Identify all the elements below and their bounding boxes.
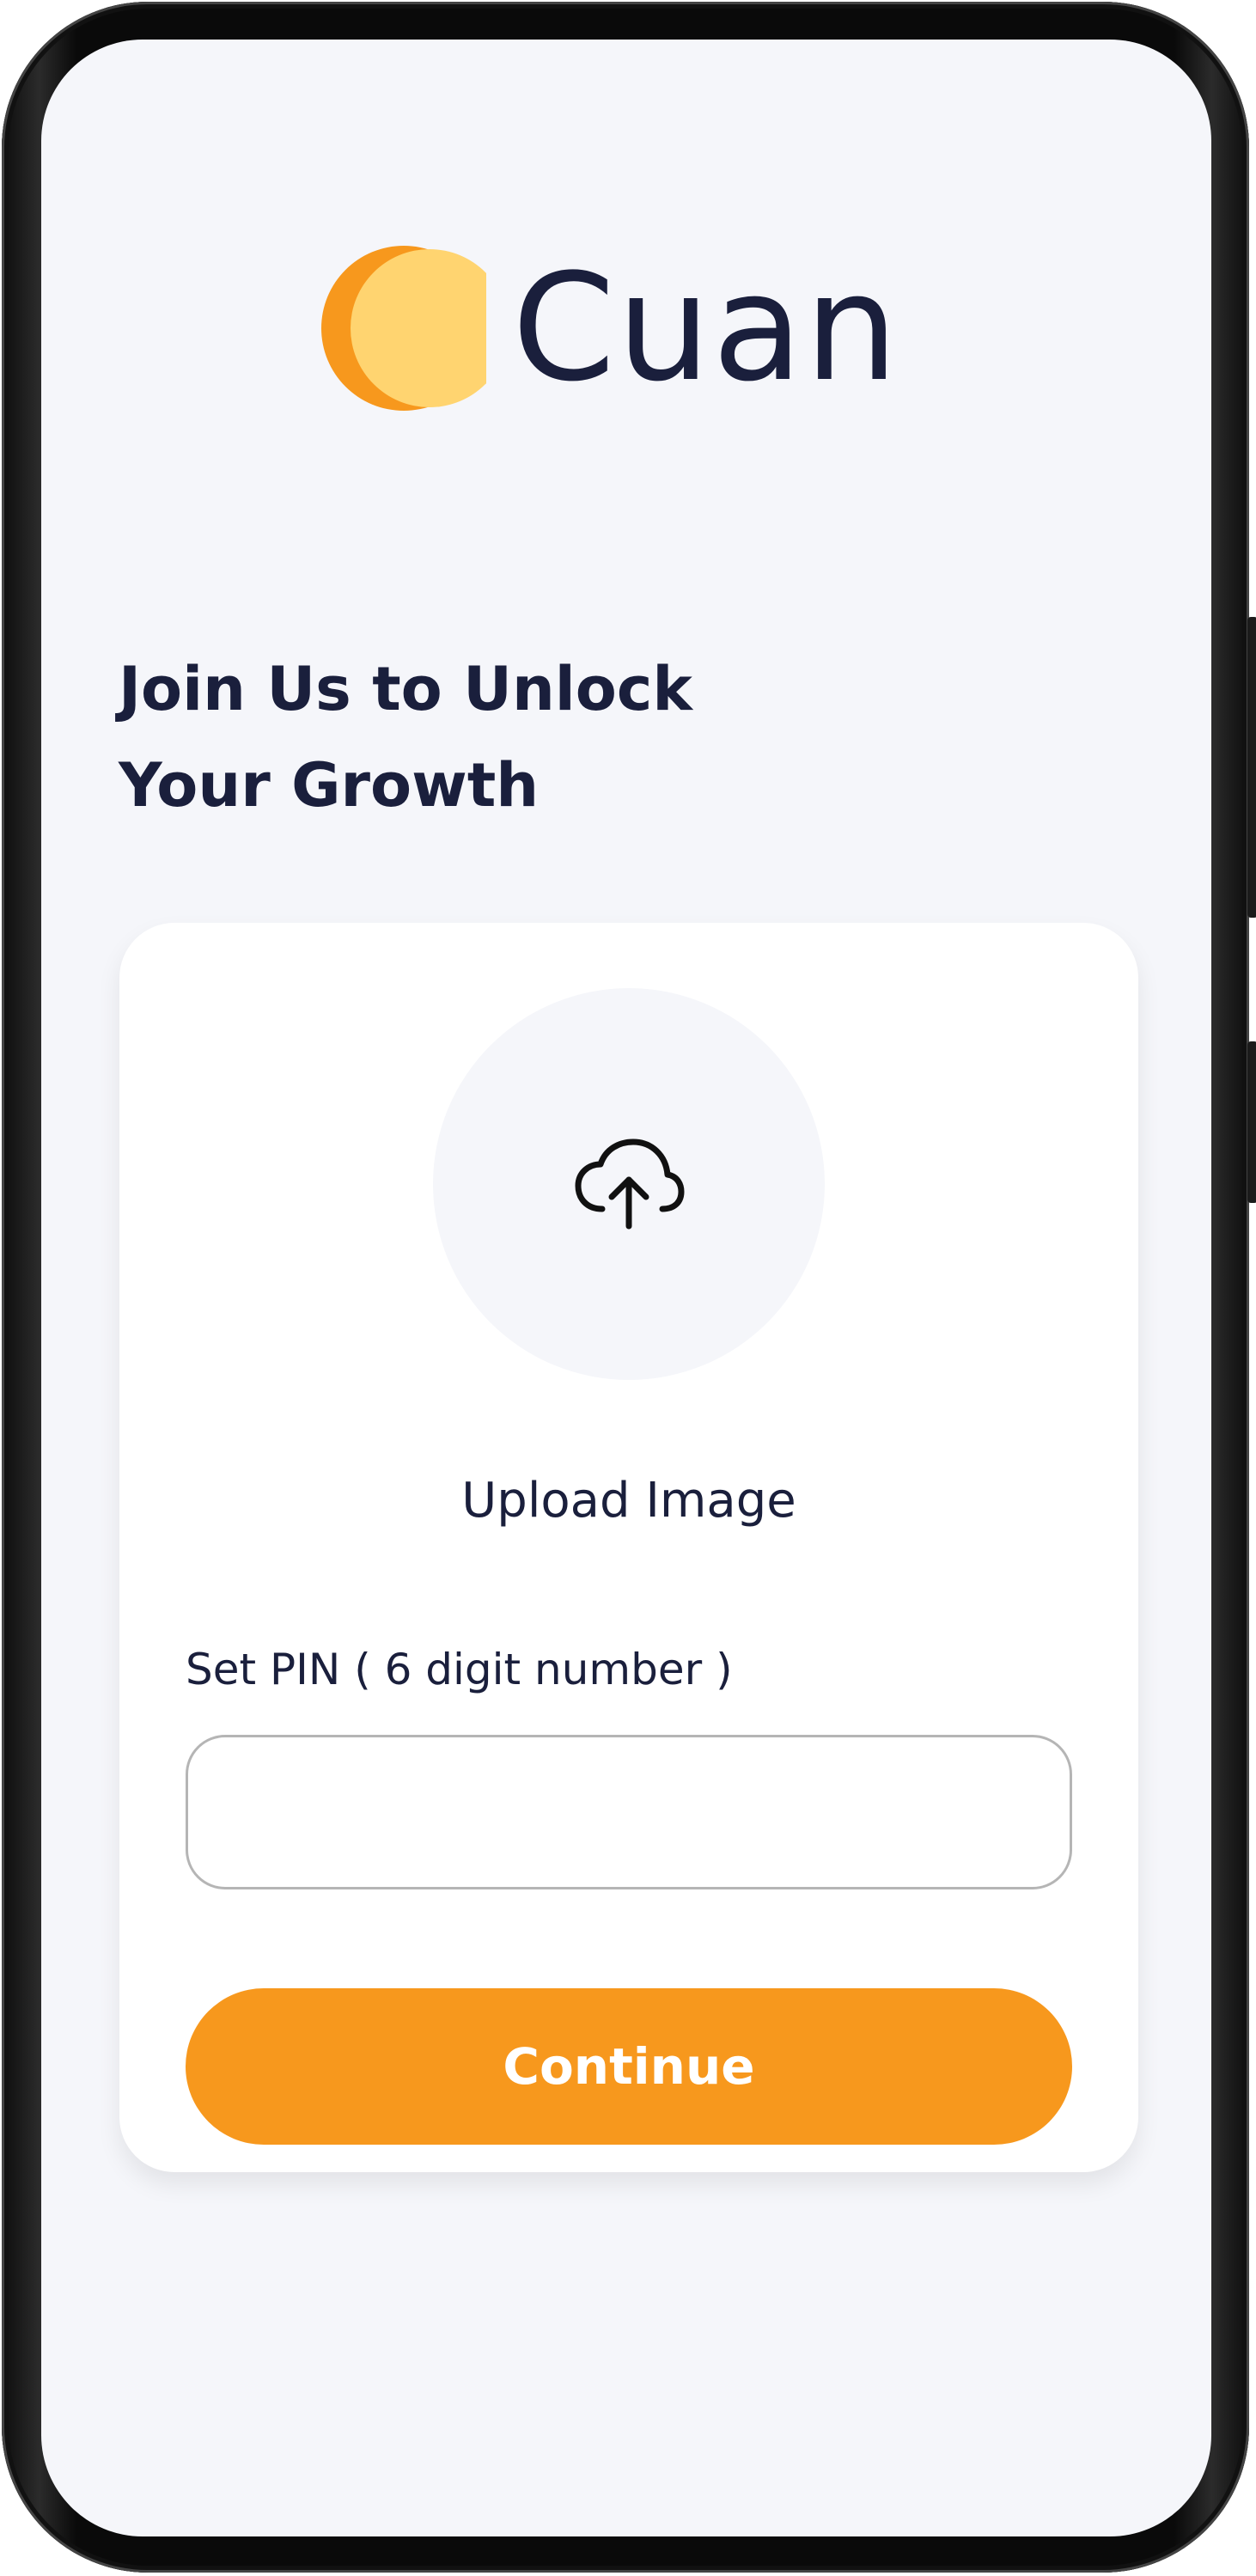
app-screen: Cuan Join Us to Unlock Your Growth Uploa… (41, 40, 1211, 2536)
volume-button (1247, 617, 1256, 918)
power-button (1247, 1041, 1256, 1203)
brand-logo: Cuan (321, 242, 900, 414)
page-title: Join Us to Unlock Your Growth (119, 641, 892, 833)
upload-image-button[interactable] (433, 988, 825, 1380)
page-title-line-1: Join Us to Unlock (119, 654, 692, 724)
crescent-moon-logo-icon (321, 246, 509, 411)
pin-input[interactable] (186, 1735, 1072, 1889)
cloud-upload-icon (575, 1138, 685, 1230)
continue-button[interactable]: Continue (186, 1988, 1072, 2145)
pin-field-label: Set PIN ( 6 digit number ) (186, 1645, 733, 1694)
brand-name: Cuan (512, 241, 900, 414)
phone-frame: Cuan Join Us to Unlock Your Growth Uploa… (0, 0, 1256, 2576)
page-title-line-2: Your Growth (119, 750, 540, 821)
upload-image-label: Upload Image (461, 1473, 796, 1529)
signup-card: Upload Image Set PIN ( 6 digit number ) … (119, 923, 1138, 2172)
